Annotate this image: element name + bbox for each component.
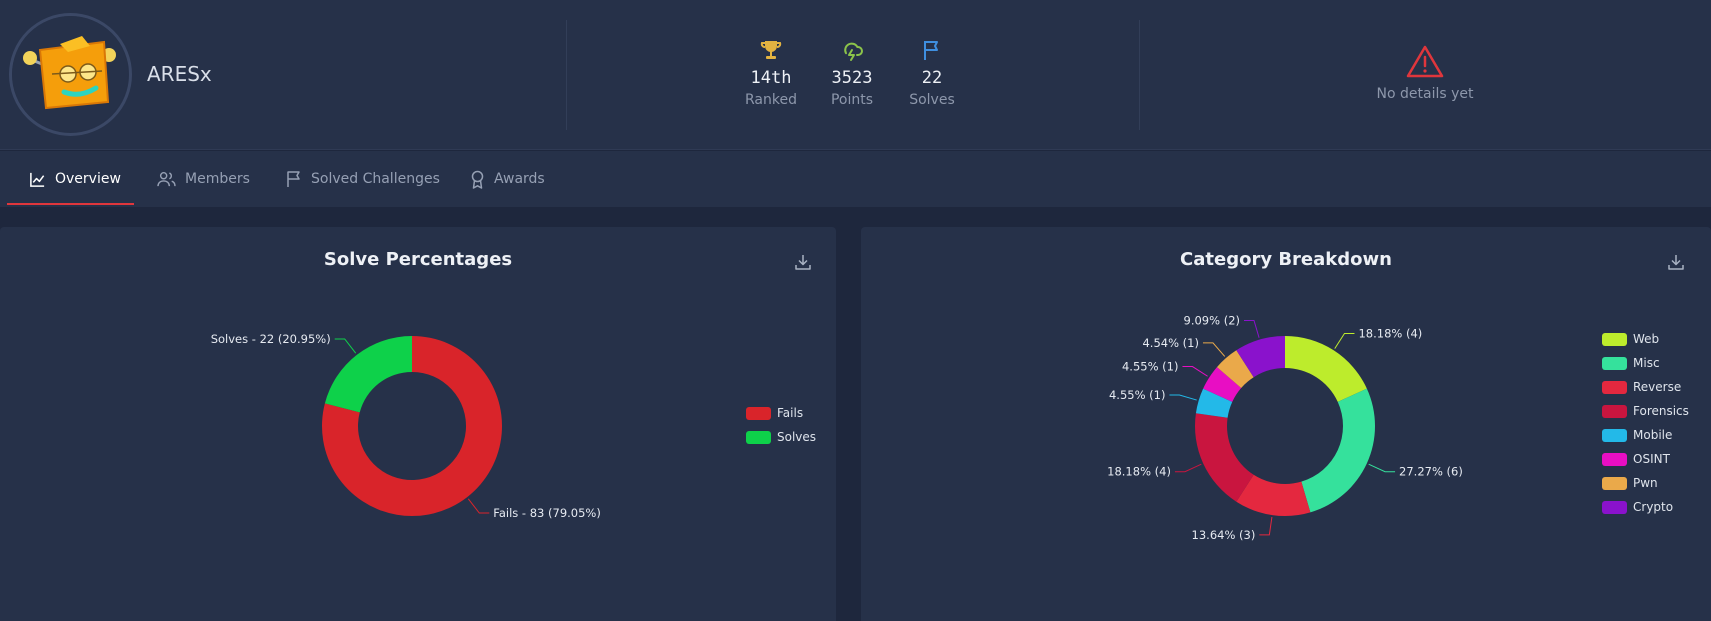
team-header: ARESx 14th Ranked 3523 Points 22 Solves (0, 0, 1711, 150)
solve-percentages-chart: Fails - 83 (79.05%) Solves - 22 (20.95%) (211, 332, 601, 520)
solves-value: 22 (921, 68, 943, 88)
legend-swatch-mobile (1602, 428, 1627, 442)
users-icon (157, 171, 176, 186)
solve-percentages-panel: Solve Percentages Fails - 83 (79.05%) Sol… (0, 227, 836, 621)
tab-awards-label: Awards (494, 171, 545, 187)
label-leader-fails (467, 498, 490, 514)
data-label-misc: 27.27% (6) (1399, 465, 1463, 479)
tab-overview-label: Overview (55, 171, 121, 187)
legend-swatch-misc (1602, 356, 1627, 370)
solves-stat: 22 Solves (892, 38, 972, 108)
tab-solved-challenges-label: Solved Challenges (311, 171, 440, 187)
slice-forensics[interactable] (1195, 413, 1254, 502)
legend-item-osint[interactable]: OSINT (1602, 452, 1670, 466)
flag-icon (924, 41, 938, 60)
legend-swatch-web (1602, 332, 1627, 346)
label-leader-pwn (1202, 342, 1226, 357)
tab-members[interactable]: Members (157, 151, 250, 207)
robot-avatar-image (12, 16, 128, 132)
legend-label-fails: Fails (777, 406, 804, 420)
legend-label-web: Web (1633, 332, 1660, 346)
details-empty-state: No details yet (1345, 44, 1505, 102)
legend-item-fails[interactable]: Fails (746, 406, 803, 420)
legend-label-crypto: Crypto (1633, 500, 1674, 514)
no-details-text: No details yet (1376, 86, 1474, 102)
rank-stat: 14th Ranked (731, 38, 811, 108)
data-label-fails: Fails - 83 (79.05%) (493, 506, 601, 520)
team-tabs: Overview Members Solved Challenges Award… (0, 151, 1711, 207)
active-tab-indicator (7, 203, 134, 205)
category-breakdown-chart: 18.18% (4) 27.27% (6) 13.64% (3) 18.18% (4)… (1107, 313, 1463, 542)
data-label-mobile: 4.55% (1) (1109, 388, 1165, 402)
legend-swatch-fails (746, 406, 771, 420)
data-label-forensics: 18.18% (4) (1107, 465, 1171, 479)
legend-label-solves: Solves (777, 430, 817, 444)
data-label-crypto: 9.09% (2) (1184, 313, 1240, 327)
cloud-lightning-icon (844, 42, 863, 61)
slice-solves[interactable] (324, 336, 412, 413)
legend-swatch-solves (746, 430, 771, 444)
legend-label-misc: Misc (1633, 356, 1660, 370)
label-leader-web (1334, 332, 1355, 349)
legend-item-web[interactable]: Web (1602, 332, 1659, 346)
legend-label-forensics: Forensics (1633, 404, 1689, 418)
legend-item-pwn[interactable]: Pwn (1602, 476, 1658, 490)
tab-overview[interactable]: Overview (29, 151, 121, 207)
slice-web[interactable] (1285, 336, 1367, 402)
legend-label-pwn: Pwn (1633, 476, 1658, 490)
data-label-solves: Solves - 22 (20.95%) (211, 332, 331, 346)
line-chart-icon (30, 172, 45, 187)
legend-label-mobile: Mobile (1633, 428, 1673, 442)
team-avatar (9, 13, 132, 136)
trophy-icon (760, 41, 782, 59)
legend-item-mobile[interactable]: Mobile (1602, 428, 1672, 442)
label-leader-misc (1368, 463, 1396, 473)
tab-members-label: Members (185, 171, 250, 187)
legend-swatch-reverse (1602, 380, 1627, 394)
warning-icon (1406, 45, 1444, 78)
slice-misc[interactable] (1301, 388, 1375, 513)
legend-item-forensics[interactable]: Forensics (1602, 404, 1689, 418)
points-value: 3523 (831, 68, 873, 88)
label-leader-solves (334, 338, 357, 354)
flag-icon (287, 171, 300, 187)
legend-item-reverse[interactable]: Reverse (1602, 380, 1681, 394)
points-label: Points (830, 92, 874, 108)
legend-swatch-osint (1602, 452, 1627, 466)
legend-label-reverse: Reverse (1633, 380, 1682, 394)
tab-solved-challenges[interactable]: Solved Challenges (286, 151, 440, 207)
rank-label: Ranked (745, 92, 797, 108)
label-leader-mobile (1169, 394, 1197, 401)
legend-item-misc[interactable]: Misc (1602, 356, 1660, 370)
team-name: ARESx (147, 62, 212, 86)
award-icon (471, 170, 484, 189)
legend-swatch-forensics (1602, 404, 1627, 418)
legend-label-osint: OSINT (1633, 452, 1670, 466)
points-stat: 3523 Points (812, 38, 892, 108)
label-leader-reverse (1259, 516, 1273, 536)
category-breakdown-panel: Category Breakdown 18.18% (4) 27.27% (6) 1… (861, 227, 1711, 621)
divider (566, 20, 567, 130)
solves-label: Solves (909, 92, 955, 108)
tab-awards[interactable]: Awards (470, 151, 545, 207)
label-leader-forensics (1174, 463, 1202, 473)
data-label-web: 18.18% (4) (1358, 326, 1422, 340)
legend-item-solves[interactable]: Solves (746, 430, 816, 444)
legend-item-crypto[interactable]: Crypto (1602, 500, 1673, 514)
data-label-osint: 4.55% (1) (1122, 360, 1178, 374)
data-label-reverse: 13.64% (3) (1192, 528, 1256, 542)
data-label-pwn: 4.54% (1) (1142, 336, 1198, 350)
rank-value: 14th (750, 68, 792, 88)
label-leader-crypto (1244, 319, 1260, 338)
divider (1139, 20, 1140, 130)
legend-swatch-pwn (1602, 476, 1627, 490)
legend-swatch-crypto (1602, 500, 1627, 514)
label-leader-osint (1182, 366, 1208, 377)
